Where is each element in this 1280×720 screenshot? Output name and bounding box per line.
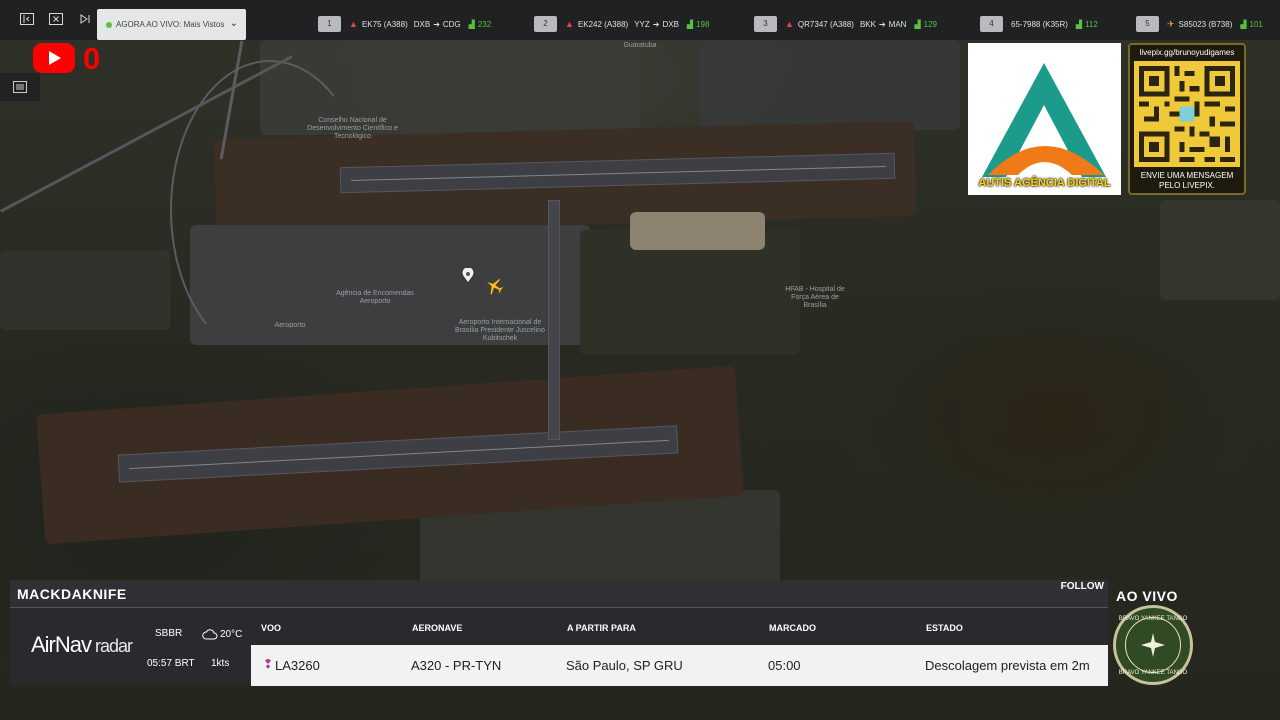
airnav-radar-logo: AirNav radar: [31, 632, 133, 658]
livepix-card[interactable]: livepix.gg/brunoyudigames ENVIE UMA MENS…: [1128, 43, 1246, 195]
chevron-down-icon: ⌄: [229, 18, 238, 29]
cloud-icon: [202, 629, 218, 640]
qr-code-icon: [1134, 61, 1240, 167]
flight-callsign: QR7347 (A388): [797, 19, 854, 29]
flight-viewers: 232: [477, 19, 492, 29]
signal-icon: ▟: [686, 19, 694, 29]
airport-pin-icon[interactable]: [461, 266, 475, 284]
flight-viewers: 129: [923, 19, 937, 29]
signal-icon: ▟: [1075, 19, 1083, 29]
signal-icon: ▟: [1240, 19, 1247, 29]
badge-text-bottom: BRAVO YANKEE TANGO: [1118, 670, 1188, 676]
signal-icon: ▟: [468, 19, 475, 29]
top-flight-5[interactable]: 5 ✈ S85023 (B738) ▟ 101: [1136, 16, 1263, 32]
aircraft-marker-icon[interactable]: [483, 275, 505, 297]
map-label-cnpq: Conselho Nacional de Desenvolvimento Cie…: [307, 117, 398, 140]
map-label-aeroporto: Aeroporto: [274, 322, 306, 329]
flight-viewers: 198: [696, 19, 710, 29]
channel-badge-icon: BRAVO YANKEE TANGO BRAVO YANKEE TANGO: [1113, 605, 1193, 685]
map-label-airport: Aeroporto Internacional de Brasília Pres…: [455, 319, 545, 342]
col-header-scheduled: MARCADO: [769, 623, 816, 633]
flight-rank: 1: [318, 16, 341, 32]
urban-area: [0, 250, 170, 330]
flight-status: Descolagem prevista em 2m: [925, 658, 1090, 673]
flight-rank: 2: [534, 16, 557, 32]
airline-logo-icon: ❢: [263, 657, 274, 671]
arrow-right-icon: ➔: [433, 19, 440, 29]
map-label-guaratuba: Guaratuba: [623, 42, 657, 49]
temperature: 20°C: [220, 628, 243, 640]
arrow-right-icon: ➔: [878, 19, 886, 29]
map-label-encomendas: Agência de Encomendas Aeroporto: [336, 290, 414, 305]
brand-sub: radar: [95, 636, 133, 656]
brand-main: AirNav: [31, 632, 92, 657]
flight-row[interactable]: ❢ LA3260 A320 - PR-TYN São Paulo, SP GRU…: [251, 645, 1108, 686]
flight-destination: MAN: [888, 19, 907, 29]
airplane-icon: [1138, 630, 1168, 660]
top-flight-4[interactable]: 4 65-7988 (K35R) ▟ 112: [980, 16, 1098, 32]
flight-origin: YYZ: [634, 19, 650, 29]
airplane-icon: ▲: [565, 19, 574, 29]
top-bar: AGORA AO VIVO: Mais Vistos ⌄ 1 ▲ EK75 (A…: [0, 0, 1280, 40]
list-view-icon[interactable]: [0, 73, 40, 101]
local-time: 05:57 BRT: [147, 658, 195, 669]
flight-destination: CDG: [442, 19, 461, 29]
live-dropdown-label: AGORA AO VIVO: Mais Vistos: [116, 20, 225, 29]
youtube-logo-icon: [33, 43, 75, 73]
badge-text-top: BRAVO YANKEE TANGO: [1118, 616, 1188, 622]
flight-callsign: EK242 (A388): [577, 19, 629, 29]
flight-rank: 5: [1136, 16, 1159, 32]
agency-name: AUTIS AGÊNCIA DIGITAL: [978, 177, 1111, 189]
flight-origin: DXB: [413, 19, 431, 29]
close-panel-icon[interactable]: [48, 13, 64, 27]
live-flights-dropdown[interactable]: AGORA AO VIVO: Mais Vistos ⌄: [97, 9, 246, 40]
flight-number: LA3260: [275, 658, 320, 673]
top-flight-1[interactable]: 1 ▲ EK75 (A388) DXB ➔ CDG ▟ 232: [318, 16, 491, 32]
live-indicator-icon: [106, 21, 112, 28]
route-destination: São Paulo, SP GRU: [566, 658, 683, 673]
agency-logo-icon: [982, 63, 1106, 177]
airplane-icon: ✈: [1167, 18, 1175, 29]
hangar-apron: [630, 212, 765, 250]
airport-code: SBBR: [155, 628, 183, 639]
map-label-hospital: HFAB - Hospital de Força Aérea de Brasíl…: [785, 286, 845, 309]
wind-speed: 1kts: [211, 658, 230, 669]
flight-origin: BKK: [859, 19, 876, 29]
flight-viewers: 101: [1249, 19, 1263, 29]
agency-logo-card: AUTIS AGÊNCIA DIGITAL: [968, 43, 1121, 195]
flight-callsign: S85023 (B738): [1178, 19, 1233, 29]
skip-next-icon[interactable]: [77, 13, 93, 27]
flight-callsign: 65-7988 (K35R): [1011, 19, 1068, 29]
flight-viewers: 112: [1085, 19, 1098, 29]
flight-callsign: EK75 (A388): [361, 19, 408, 29]
col-header-route: A PARTIR PARA: [567, 623, 636, 633]
collapse-sidebar-icon[interactable]: [19, 13, 35, 27]
flight-info-panel: MACKDAKNIFE FOLLOW AirNav radar SBBR 05:5…: [10, 580, 1108, 686]
livepix-url: livepix.gg/brunoyudigames: [1139, 48, 1235, 57]
urban-area: [700, 40, 960, 130]
scheduled-time: 05:00: [768, 658, 801, 673]
follow-button[interactable]: FOLLOW: [1061, 581, 1104, 592]
airplane-icon: ▲: [785, 19, 794, 29]
col-header-flight: VOO: [261, 623, 282, 633]
panel-title: MACKDAKNIFE: [17, 586, 127, 602]
flight-rank: 4: [980, 16, 1003, 32]
col-header-aircraft: AERONAVE: [412, 623, 463, 633]
youtube-counter: 0: [83, 41, 101, 76]
arrow-right-icon: ➔: [652, 19, 660, 29]
aircraft-type: A320 - PR-TYN: [411, 658, 502, 673]
panel-body: AirNav radar SBBR 05:57 BRT 20°C 1kts VOO…: [10, 607, 1108, 686]
top-flight-2[interactable]: 2 ▲ EK242 (A388) YYZ ➔ DXB ▟ 198: [534, 16, 709, 32]
weather: 20°C: [202, 628, 242, 640]
urban-area: [1160, 200, 1280, 300]
col-header-status: ESTADO: [926, 623, 963, 633]
live-label: AO VIVO: [1116, 588, 1178, 604]
flight-rank: 3: [754, 16, 777, 32]
airplane-icon: ▲: [349, 19, 358, 29]
livepix-message: ENVIE UMA MENSAGEM PELO LIVEPIX.: [1140, 171, 1234, 190]
signal-icon: ▟: [914, 19, 921, 29]
flight-destination: DXB: [662, 19, 679, 29]
top-flight-3[interactable]: 3 ▲ QR7347 (A388) BKK ➔ MAN ▟ 129: [754, 16, 937, 32]
